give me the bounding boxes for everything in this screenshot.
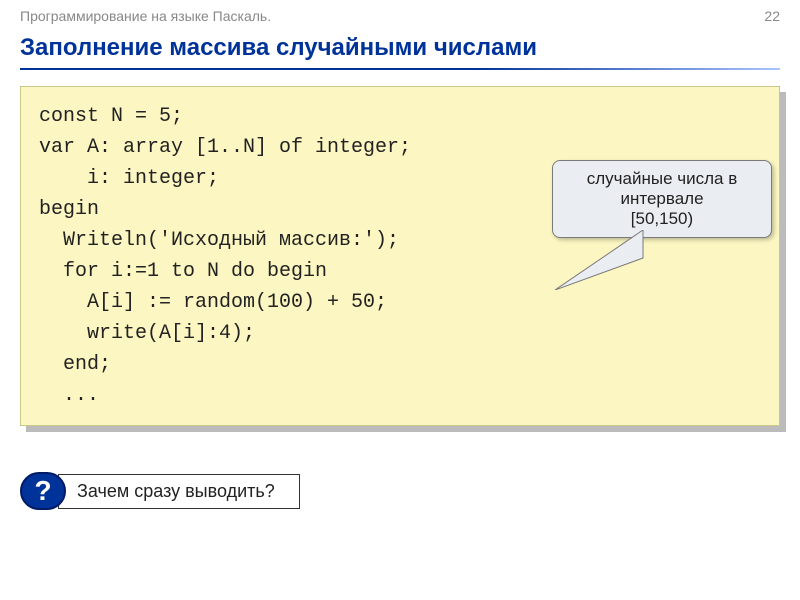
code-line: end; (39, 353, 111, 376)
question-mark-badge: ? (20, 472, 66, 510)
code-line: ... (39, 384, 99, 407)
callout-box: случайные числа в интервале [50,150) (552, 160, 772, 238)
code-line: begin (39, 198, 99, 221)
question-row: ? Зачем сразу выводить? (20, 472, 780, 510)
callout-line3: [50,150) (563, 209, 761, 229)
page-number: 22 (764, 8, 780, 24)
code-line: var A: array [1..N] of integer; (39, 136, 411, 159)
code-line: i: integer; (39, 167, 219, 190)
code-box: const N = 5; var A: array [1..N] of inte… (20, 86, 780, 426)
code-line: Writeln('Исходный массив:'); (39, 229, 399, 252)
code-line: const N = 5; (39, 105, 183, 128)
title-block: Заполнение массива случайными числами (0, 28, 800, 64)
question-text: Зачем сразу выводить? (58, 474, 300, 509)
code-line: for i:=1 to N do begin (39, 260, 327, 283)
code-line: A[i] := random(100) + 50; (39, 291, 387, 314)
course-title: Программирование на языке Паскаль. (20, 8, 271, 24)
slide-title: Заполнение массива случайными числами (20, 34, 780, 62)
code-line: write(A[i]:4); (39, 322, 255, 345)
code-container: const N = 5; var A: array [1..N] of inte… (20, 86, 780, 426)
callout-line1: случайные числа в (563, 169, 761, 189)
title-underline (20, 68, 780, 70)
callout-line2: интервале (563, 189, 761, 209)
header-bar: Программирование на языке Паскаль. 22 (0, 0, 800, 28)
